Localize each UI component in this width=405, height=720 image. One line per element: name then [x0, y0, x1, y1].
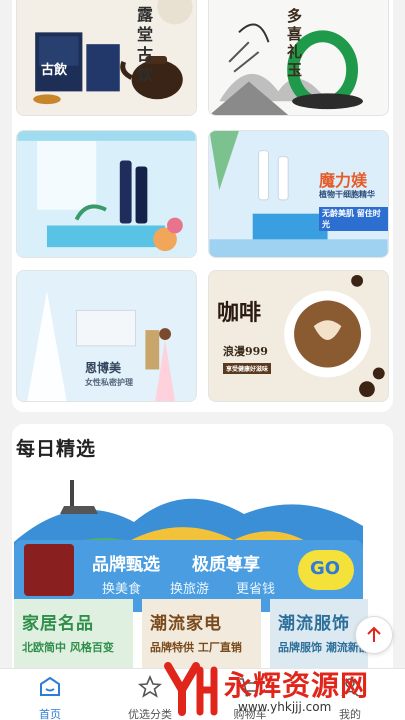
watermark-url: www.yhkjjj.com	[238, 700, 332, 714]
tile-tea-title: 露堂古饮	[137, 5, 154, 84]
promo-banner[interactable]: 品牌甄选 极质尊享 换美食 换旅游 更省钱 GO	[14, 480, 363, 612]
content-scroll[interactable]: 露堂古饮 古飲 多喜礼玉 魔力媄 植物干细胞精华 无龄美肌 留住时光 恩博美 女…	[0, 0, 405, 670]
tile-molimei-tag: 无龄美肌 留住时光	[319, 207, 388, 231]
banner-headline-b: 极质尊享	[192, 555, 260, 575]
banner-tag-save: 更省钱	[236, 582, 276, 597]
watermark-brand: 永辉资源网	[224, 669, 370, 702]
daily-picks-section: 每日精选 品牌甄选 极质尊享 换美食 换旅游 更省钱 GO 家居名品 北欧简中	[12, 424, 393, 670]
category-appliances-title: 潮流家电	[150, 614, 222, 634]
home-icon	[40, 676, 60, 696]
tile-enbomei-title: 恩博美	[85, 361, 122, 375]
site-watermark: 永辉资源网 www.yhkjjj.com	[160, 652, 405, 720]
product-grid-card: 露堂古饮 古飲 多喜礼玉 魔力媄 植物干细胞精华 无龄美肌 留住时光 恩博美 女…	[12, 0, 393, 412]
tea-product-image	[17, 0, 196, 115]
product-tile-jade[interactable]: 多喜礼玉	[208, 0, 389, 116]
tile-jade-title: 多喜礼玉	[287, 7, 303, 79]
star-icon	[137, 674, 163, 698]
banner-tag-food: 换美食	[102, 582, 142, 597]
product-tile-molimei[interactable]: 魔力媄 植物干细胞精华 无龄美肌 留住时光	[208, 130, 389, 258]
tab-home[interactable]: 首页	[15, 673, 85, 720]
banner-headline-a: 品牌甄选	[92, 555, 160, 575]
banner-go-button[interactable]: GO	[310, 558, 340, 579]
product-tile-tea[interactable]: 露堂古饮 古飲	[16, 0, 197, 116]
back-to-top-button[interactable]	[355, 616, 393, 654]
tile-tea-sub: 古飲	[41, 63, 68, 78]
product-tile-enbomei[interactable]: 恩博美 女性私密护理	[16, 270, 197, 402]
category-home-goods-sub: 北欧简中 风格百变	[22, 641, 114, 654]
tile-molimei-title: 魔力媄	[319, 171, 368, 190]
tile-enbomei-sub: 女性私密护理	[85, 377, 133, 387]
tile-molimei-sub: 植物干细胞精华	[319, 189, 375, 199]
product-tile-coffee[interactable]: 咖啡 浪漫999 享受健康好滋味	[208, 270, 389, 402]
product-tile-serum[interactable]	[16, 130, 197, 258]
tile-coffee-sub: 浪漫999	[223, 345, 268, 358]
category-home-goods-title: 家居名品	[22, 614, 94, 634]
category-home-goods[interactable]: 家居名品 北欧简中 风格百变	[14, 599, 133, 670]
arrow-up-icon	[367, 626, 381, 642]
serum-product-image	[17, 131, 196, 257]
coffee-product-image	[209, 271, 388, 401]
watermark-logo-icon	[164, 662, 218, 716]
tab-home-label: 首页	[39, 708, 61, 720]
tile-coffee-title: 咖啡	[217, 300, 262, 326]
tile-coffee-tag: 享受健康好滋味	[223, 363, 272, 374]
banner-tag-travel: 换旅游	[170, 582, 210, 597]
category-apparel-title: 潮流服饰	[278, 614, 350, 634]
daily-picks-title: 每日精选	[16, 438, 97, 460]
